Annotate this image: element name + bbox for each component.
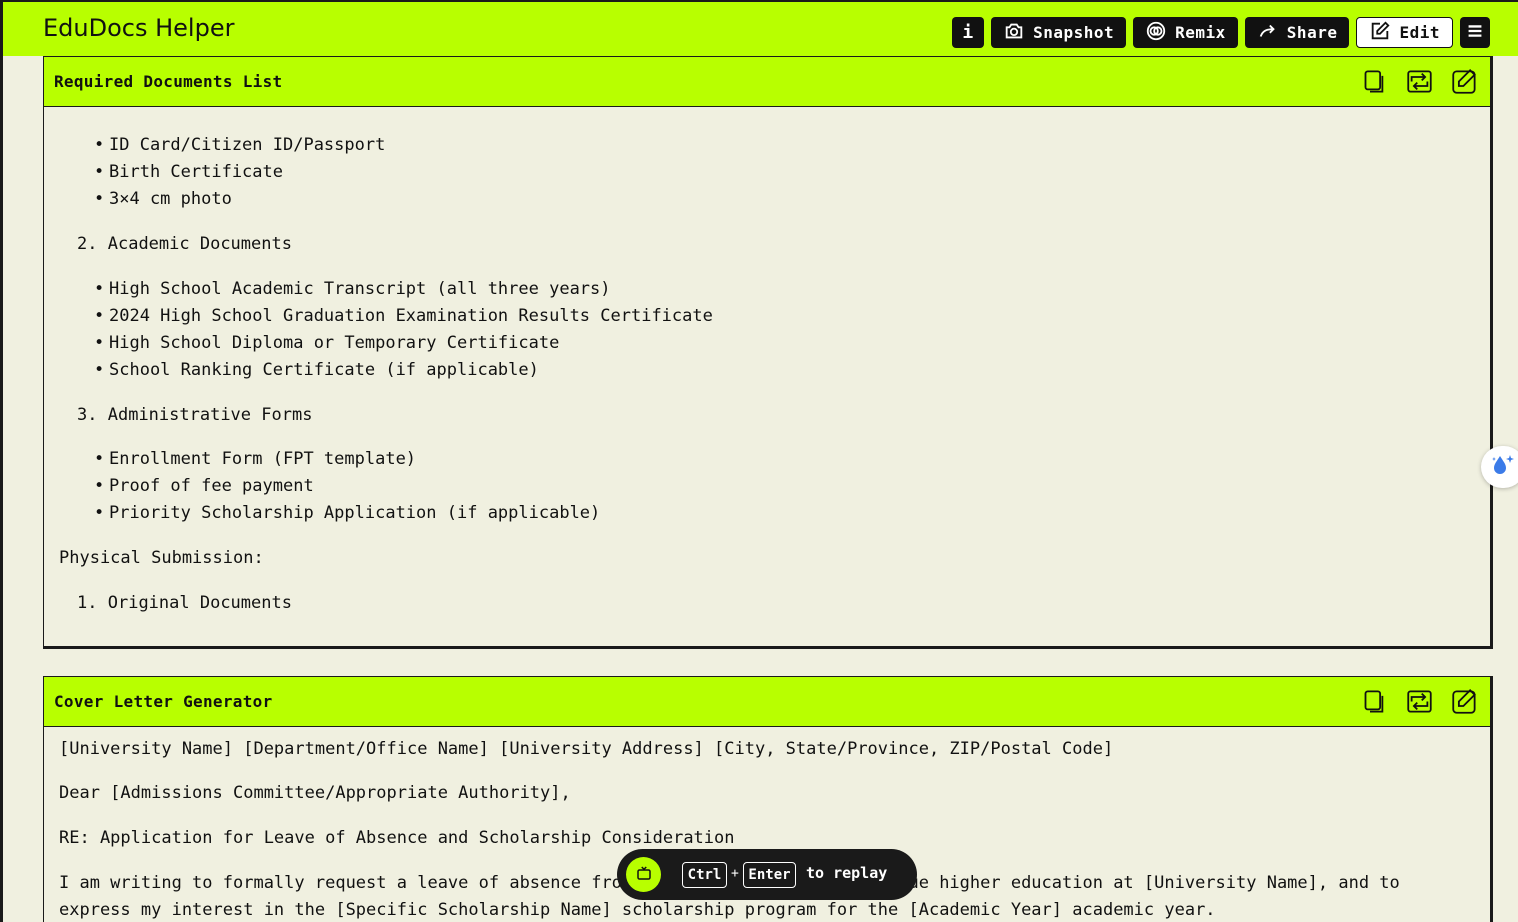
edit-icon[interactable] <box>1451 688 1478 719</box>
info-label: i <box>962 22 974 43</box>
card-body: ID Card/Citizen ID/PassportBirth Certifi… <box>44 107 1490 617</box>
identity-list: ID Card/Citizen ID/PassportBirth Certifi… <box>59 132 1475 213</box>
list-item: Birth Certificate <box>94 159 1475 186</box>
replay-hint: to replay <box>806 864 888 882</box>
app-title: EduDocs Helper <box>43 14 235 42</box>
list-item: 2024 High School Graduation Examination … <box>94 303 1475 330</box>
remix-icon <box>1145 20 1167 46</box>
edit-icon[interactable] <box>1451 68 1478 99</box>
academic-list: High School Academic Transcript (all thr… <box>59 276 1475 384</box>
list-item: Enrollment Form (FPT template) <box>94 446 1475 473</box>
arrow-right-icon <box>1257 20 1279 46</box>
section-academic: 2. Academic Documents <box>59 231 1475 258</box>
assistant-widget[interactable] <box>1481 446 1518 488</box>
regenerate-icon[interactable] <box>1406 688 1433 719</box>
share-label: Share <box>1286 23 1338 42</box>
menu-button[interactable] <box>1460 17 1490 48</box>
replay-bar: Ctrl Enter to replay <box>617 849 917 900</box>
card-actions <box>1361 688 1478 719</box>
snapshot-button[interactable]: Snapshot <box>991 17 1127 48</box>
card-header: Cover Letter Generator <box>44 677 1490 727</box>
card-title: Cover Letter Generator <box>54 692 273 711</box>
key-plus: + <box>731 866 739 881</box>
list-item: High School Diploma or Temporary Certifi… <box>94 330 1475 357</box>
list-item: Priority Scholarship Application (if app… <box>94 500 1475 527</box>
section-number: 2. <box>77 234 98 254</box>
snapshot-label: Snapshot <box>1033 23 1115 42</box>
remix-label: Remix <box>1175 23 1226 42</box>
ctrl-key: Ctrl <box>682 862 727 888</box>
card-header: Required Documents List <box>44 57 1490 107</box>
edit-label: Edit <box>1399 23 1440 42</box>
replay-icon <box>635 864 653 886</box>
share-button[interactable]: Share <box>1244 17 1350 48</box>
hamburger-icon <box>1464 20 1486 46</box>
copy-icon[interactable] <box>1361 68 1388 99</box>
address-line: [University Name] [Department/Office Nam… <box>59 739 1114 759</box>
pencil-icon <box>1369 20 1391 46</box>
section-label: Administrative Forms <box>107 405 313 425</box>
section-label: Academic Documents <box>107 234 292 254</box>
card-title: Required Documents List <box>54 72 283 91</box>
salutation: Dear [Admissions Committee/Appropriate A… <box>59 783 571 803</box>
physical-heading: Physical Submission: <box>59 548 264 568</box>
replay-button[interactable] <box>626 857 661 892</box>
copy-icon[interactable] <box>1361 688 1388 719</box>
top-bar: EduDocs Helper i Snapshot Remix Share Ed… <box>3 2 1518 56</box>
admin-forms-list: Enrollment Form (FPT template)Proof of f… <box>59 446 1475 527</box>
body-line: express my interest in the [Specific Sch… <box>59 900 1216 920</box>
section-number: 3. <box>77 405 98 425</box>
list-item: Proof of fee payment <box>94 473 1475 500</box>
edit-button[interactable]: Edit <box>1356 17 1453 48</box>
section-admin-forms: 3. Administrative Forms <box>59 402 1475 429</box>
section-label: Original Documents <box>107 593 292 613</box>
card-actions <box>1361 68 1478 99</box>
list-item: ID Card/Citizen ID/Passport <box>94 132 1475 159</box>
toolbar: i Snapshot Remix Share Edit <box>952 17 1490 48</box>
info-button[interactable]: i <box>952 17 985 48</box>
subject-line: RE: Application for Leave of Absence and… <box>59 828 735 848</box>
list-item: High School Academic Transcript (all thr… <box>94 276 1475 303</box>
regenerate-icon[interactable] <box>1406 68 1433 99</box>
remix-button[interactable]: Remix <box>1133 17 1238 48</box>
enter-key: Enter <box>743 862 796 888</box>
required-documents-card: Required Documents List ID Card/Citizen … <box>43 56 1493 649</box>
list-item: School Ranking Certificate (if applicabl… <box>94 357 1475 384</box>
section-original-documents: 1. Original Documents <box>59 590 1475 617</box>
droplet-sparkle-icon <box>1489 451 1517 483</box>
list-item: 3×4 cm photo <box>94 186 1475 213</box>
camera-icon <box>1003 20 1025 46</box>
section-number: 1. <box>77 593 98 613</box>
